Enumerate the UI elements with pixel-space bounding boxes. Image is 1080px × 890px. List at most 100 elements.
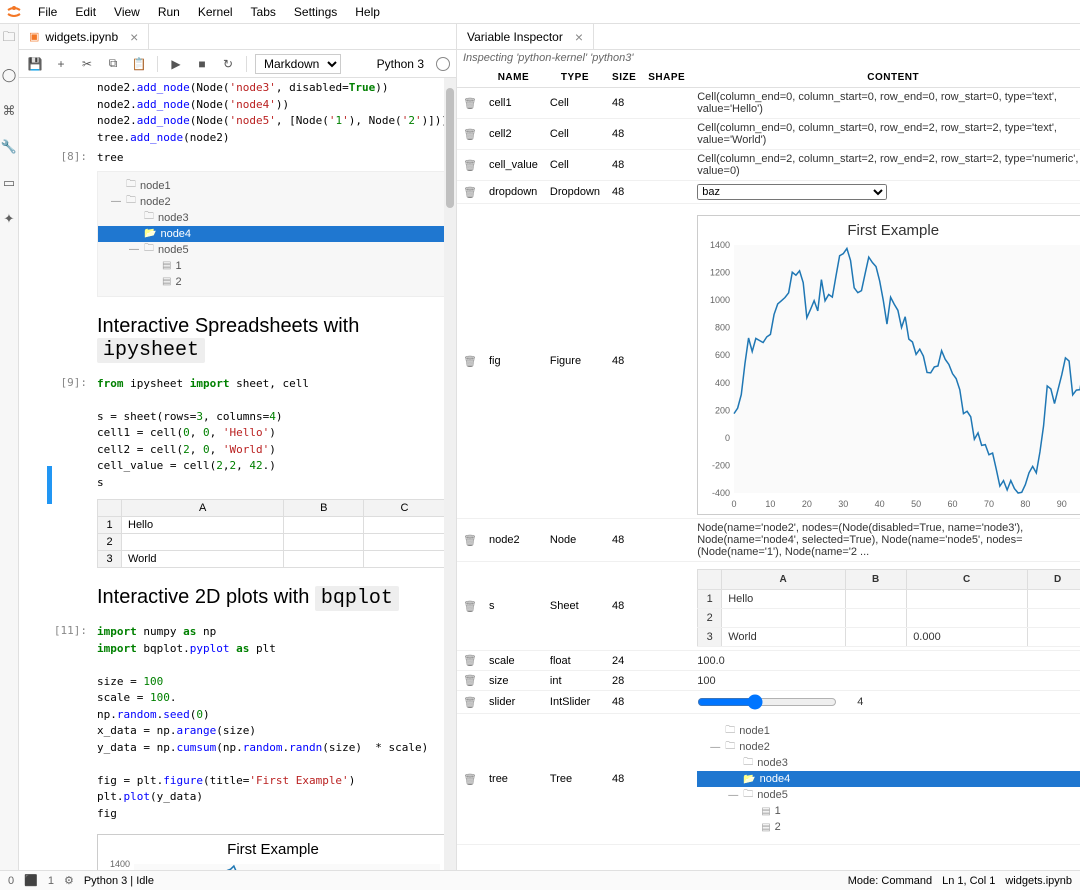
menu-help[interactable]: Help: [347, 3, 388, 21]
trash-icon[interactable]: 🗑: [457, 691, 483, 714]
inspector-subtitle: Inspecting 'python-kernel' 'python3': [457, 50, 1080, 68]
close-icon[interactable]: ×: [130, 29, 138, 45]
prompt: [11]:: [19, 624, 97, 822]
cell-type-select[interactable]: Markdown: [255, 54, 341, 74]
tabs-icon[interactable]: ▭: [0, 174, 18, 192]
menu-kernel[interactable]: Kernel: [190, 3, 241, 21]
activity-bar: 🗀 ◯ ⌘ 🔧 ▭ ✦: [0, 24, 19, 870]
tree-node[interactable]: ▤1: [697, 803, 1080, 819]
folder-icon: 🗀: [725, 739, 735, 756]
scrollbar[interactable]: [444, 78, 456, 870]
menu-edit[interactable]: Edit: [67, 3, 104, 21]
kernel-name[interactable]: Python 3: [377, 57, 424, 71]
prompt: [9]:: [19, 376, 97, 492]
add-cell-icon[interactable]: +: [51, 54, 71, 74]
svg-text:20: 20: [802, 499, 812, 509]
tree-node[interactable]: 🗀node3: [697, 755, 1080, 771]
save-icon[interactable]: 💾: [25, 54, 45, 74]
tree-node[interactable]: 🗀node1: [98, 178, 455, 194]
trash-icon[interactable]: 🗑: [457, 150, 483, 181]
svg-text:90: 90: [1057, 499, 1067, 509]
tree-node[interactable]: —🗀node5: [98, 242, 455, 258]
status-kernel[interactable]: Python 3 | Idle: [84, 875, 154, 887]
trash-icon[interactable]: 🗑: [457, 119, 483, 150]
inspector-row-node2: 🗑node2Node48Node(name='node2', nodes=(No…: [457, 519, 1080, 562]
kernel-indicator[interactable]: [436, 57, 450, 71]
paste-icon[interactable]: 📋: [129, 54, 149, 74]
stop-icon[interactable]: ■: [192, 54, 212, 74]
copy-icon[interactable]: ⧉: [103, 54, 123, 74]
tree-node[interactable]: ▤1: [98, 258, 455, 274]
inspector-row-scale: 🗑scalefloat24100.0: [457, 651, 1080, 671]
status-terminals[interactable]: 0: [8, 875, 14, 887]
tools-icon[interactable]: 🔧: [0, 138, 18, 156]
trash-icon[interactable]: 🗑: [457, 88, 483, 119]
tree-node[interactable]: —🗀node2: [98, 194, 455, 210]
tree-node[interactable]: ▤2: [98, 274, 455, 290]
dropdown-value[interactable]: baz: [697, 184, 887, 200]
inspector-tab[interactable]: Variable Inspector ×: [457, 24, 594, 49]
tree-node[interactable]: 📂node4: [697, 771, 1080, 787]
folder-icon: 🗀: [144, 209, 154, 226]
heading-bqplot: Interactive 2D plots with bqplot: [97, 586, 446, 610]
tree-node[interactable]: 📂node4: [98, 226, 455, 242]
tree-node[interactable]: 🗀node1: [697, 723, 1080, 739]
sheet-widget[interactable]: ABCD1Hello23World0.000: [697, 569, 1080, 647]
chart-output[interactable]: First Example -400-200020040060080010001…: [97, 834, 449, 870]
svg-text:40: 40: [875, 499, 885, 509]
svg-text:200: 200: [715, 405, 730, 415]
svg-text:1000: 1000: [710, 295, 730, 305]
code-sheet[interactable]: from ipysheet import sheet, cell s = she…: [97, 376, 446, 492]
menu-settings[interactable]: Settings: [286, 3, 345, 21]
slider-value: 4: [857, 696, 863, 708]
tree-node[interactable]: —🗀node2: [697, 739, 1080, 755]
folder-icon: 🗀: [743, 787, 753, 804]
folder-icon: 🗀: [126, 177, 136, 194]
tree-node[interactable]: ▤2: [697, 819, 1080, 835]
slider-input[interactable]: [697, 694, 837, 710]
status-mode[interactable]: Mode: Command: [848, 875, 932, 887]
commands-icon[interactable]: ⌘: [0, 102, 18, 120]
close-icon[interactable]: ×: [575, 29, 583, 45]
trash-icon[interactable]: 🗑: [457, 204, 483, 519]
cut-icon[interactable]: ✂: [77, 54, 97, 74]
menu-run[interactable]: Run: [150, 3, 188, 21]
run-icon[interactable]: ▶: [166, 54, 186, 74]
code-plot[interactable]: import numpy as np import bqplot.pyplot …: [97, 624, 446, 822]
trash-icon[interactable]: 🗑: [457, 714, 483, 845]
code-tree[interactable]: tree: [97, 150, 446, 167]
tree-output[interactable]: 🗀node1—🗀node2🗀node3📂node4—🗀node5▤1▤2: [97, 171, 456, 297]
notebook-tab[interactable]: ▣ widgets.ipynb ×: [19, 24, 149, 49]
status-kernels[interactable]: 1: [48, 875, 54, 887]
file-icon: ▤: [162, 260, 171, 271]
sheet-output[interactable]: ABC1Hello23World: [97, 499, 446, 568]
extension-icon[interactable]: ✦: [0, 210, 18, 228]
status-icon[interactable]: ⬛: [24, 874, 38, 887]
code-setup[interactable]: node2.add_node(Node('node3', disabled=Tr…: [97, 80, 448, 146]
tree-node[interactable]: 🗀node3: [98, 210, 455, 226]
tab-title: widgets.ipynb: [45, 30, 118, 44]
running-icon[interactable]: ◯: [0, 66, 18, 84]
status-file[interactable]: widgets.ipynb: [1005, 875, 1072, 887]
inspector-row-size: 🗑sizeint28100: [457, 671, 1080, 691]
trash-icon[interactable]: 🗑: [457, 671, 483, 691]
trash-icon[interactable]: 🗑: [457, 519, 483, 562]
gear-icon[interactable]: ⚙: [64, 874, 74, 887]
folder-icon[interactable]: 🗀: [0, 30, 18, 48]
tree-node[interactable]: —🗀node5: [697, 787, 1080, 803]
chart-figure[interactable]: First Example-400-2000200400600800100012…: [697, 215, 1080, 515]
menu-file[interactable]: File: [30, 3, 65, 21]
trash-icon[interactable]: 🗑: [457, 181, 483, 204]
inspector-row-cell1: 🗑cell1Cell48Cell(column_end=0, column_st…: [457, 88, 1080, 119]
trash-icon[interactable]: 🗑: [457, 651, 483, 671]
status-cursor[interactable]: Ln 1, Col 1: [942, 875, 995, 887]
svg-text:30: 30: [838, 499, 848, 509]
trash-icon[interactable]: 🗑: [457, 562, 483, 651]
menu-tabs[interactable]: Tabs: [243, 3, 284, 21]
menu-view[interactable]: View: [106, 3, 148, 21]
svg-text:-400: -400: [712, 488, 730, 498]
tree-widget[interactable]: 🗀node1—🗀node2🗀node3📂node4—🗀node5▤1▤2: [697, 717, 1080, 841]
folder-icon: 🗀: [144, 241, 154, 258]
svg-text:80: 80: [1021, 499, 1031, 509]
restart-icon[interactable]: ↻: [218, 54, 238, 74]
